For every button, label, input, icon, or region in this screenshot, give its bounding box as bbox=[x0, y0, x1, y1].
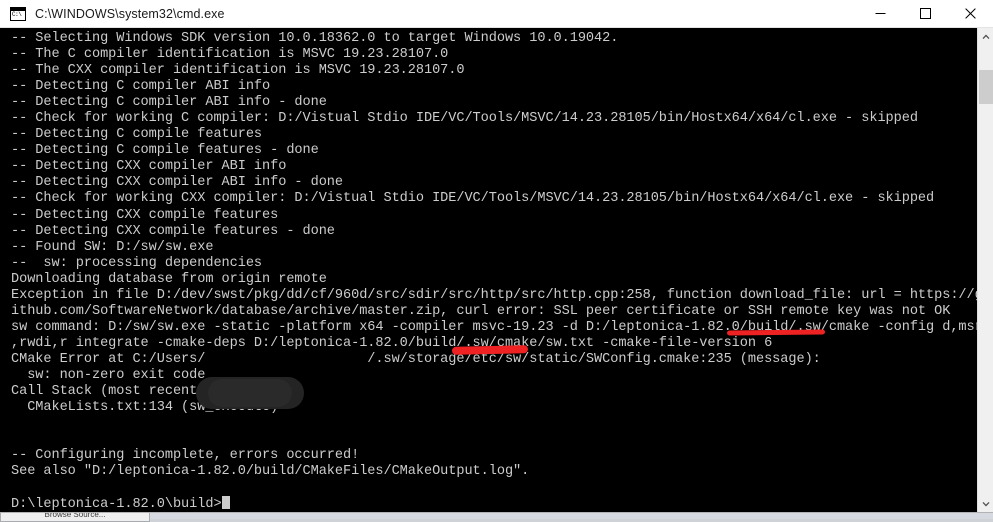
console-line: -- Detecting CXX compile features bbox=[11, 208, 977, 224]
console-output-area[interactable]: -- Selecting Windows SDK version 10.0.18… bbox=[0, 28, 977, 512]
console-line: -- Configuring incomplete, errors occurr… bbox=[11, 448, 977, 464]
console-line bbox=[11, 432, 977, 448]
scrollbar-thumb[interactable] bbox=[979, 70, 993, 104]
console-line: -- The C compiler identification is MSVC… bbox=[11, 47, 977, 63]
console-line: -- Detecting C compiler ABI info bbox=[11, 79, 977, 95]
console-line: -- Detecting C compile features - done bbox=[11, 143, 977, 159]
window-title: C:\WINDOWS\system32\cmd.exe bbox=[35, 7, 858, 21]
console-line: CMake Error at C:/Users/ /.sw/storage/et… bbox=[11, 352, 977, 368]
console-line: sw: non-zero exit code bbox=[11, 368, 977, 384]
console-line: -- Detecting CXX compiler ABI info bbox=[11, 159, 977, 175]
console-line: Exception in file D:/dev/swst/pkg/dd/cf/… bbox=[11, 288, 977, 304]
console-line bbox=[11, 480, 977, 496]
text-cursor bbox=[222, 496, 230, 509]
console-line: -- Detecting CXX compiler ABI info - don… bbox=[11, 175, 977, 191]
command-prompt-window: C:\WINDOWS\system32\cmd.exe -- Selecting… bbox=[0, 0, 993, 512]
console-line: -- Found SW: D:/sw/sw.exe bbox=[11, 240, 977, 256]
maximize-button[interactable] bbox=[903, 0, 948, 28]
console-line: Downloading database from origin remote bbox=[11, 272, 977, 288]
scroll-up-arrow-icon[interactable] bbox=[978, 28, 993, 45]
console-line bbox=[11, 416, 977, 432]
console-line: -- Selecting Windows SDK version 10.0.18… bbox=[11, 31, 977, 47]
console-line: sw command: D:/sw/sw.exe -static -platfo… bbox=[11, 320, 977, 336]
close-button[interactable] bbox=[948, 0, 993, 28]
console-line: -- sw: processing dependencies bbox=[11, 256, 977, 272]
console-line: -- Detecting CXX compile features - done bbox=[11, 224, 977, 240]
console-line: -- Check for working CXX compiler: D:/Vi… bbox=[11, 191, 977, 207]
cmd-console-icon bbox=[10, 7, 26, 21]
console-line: ,rwdi,r integrate -cmake-deps D:/leptoni… bbox=[11, 336, 977, 352]
console-line: Call Stack (most recent call first): bbox=[11, 384, 977, 400]
console-line: ithub.com/SoftwareNetwork/database/archi… bbox=[11, 304, 977, 320]
console-line: -- Detecting C compile features bbox=[11, 127, 977, 143]
scroll-down-arrow-icon[interactable] bbox=[978, 495, 993, 512]
console-scrollbar[interactable] bbox=[977, 28, 993, 512]
scrollbar-track[interactable] bbox=[978, 45, 993, 495]
console-line: D:\leptonica-1.82.0\build> bbox=[11, 496, 977, 512]
console-line: -- The CXX compiler identification is MS… bbox=[11, 63, 977, 79]
console-line: See also "D:/leptonica-1.82.0/build/CMak… bbox=[11, 464, 977, 480]
minimize-button[interactable] bbox=[858, 0, 903, 28]
console-line: CMakeLists.txt:134 (sw_execute) bbox=[11, 400, 977, 416]
window-titlebar[interactable]: C:\WINDOWS\system32\cmd.exe bbox=[0, 0, 993, 28]
console-text: -- Selecting Windows SDK version 10.0.18… bbox=[11, 31, 977, 512]
console-line: -- Check for working C compiler: D:/Vist… bbox=[11, 111, 977, 127]
console-line: -- Detecting C compiler ABI info - done bbox=[11, 95, 977, 111]
